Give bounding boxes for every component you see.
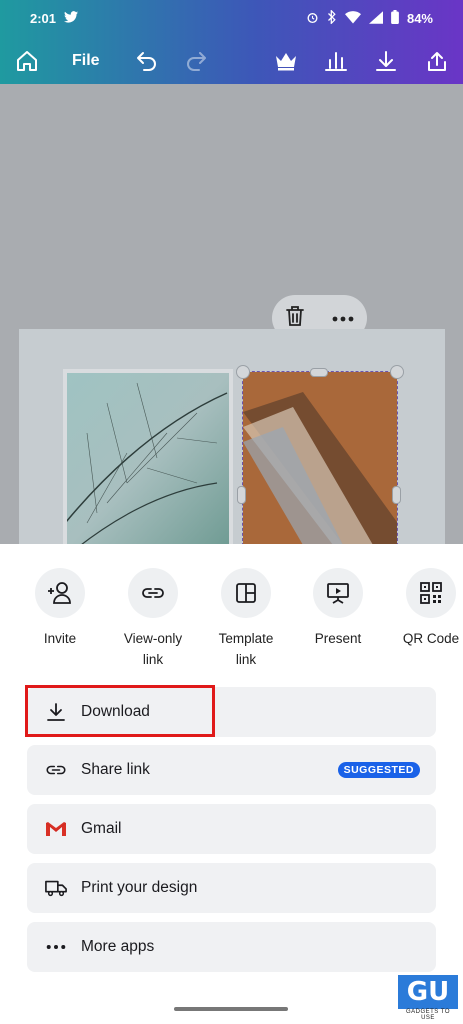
resize-handle[interactable] [310,368,328,377]
qr-code-icon [406,568,456,618]
action-label: Gmail [81,820,122,837]
redo-icon[interactable] [183,46,209,76]
action-label: Print your design [81,879,198,896]
share-icon[interactable] [424,46,450,76]
trash-icon[interactable] [285,305,305,332]
wifi-icon [344,10,361,27]
crown-icon[interactable] [272,46,300,76]
editor-toolbar: File [0,38,463,84]
present-icon [313,568,363,618]
share-option-present[interactable]: Present [293,568,383,649]
share-option-label: Template link [218,631,274,667]
design-page[interactable] [19,329,445,552]
status-bar: 2:01 84% [0,0,463,38]
link-icon [45,759,67,781]
gmail-icon [45,818,67,840]
resize-handle[interactable] [392,486,401,504]
download-highlight-box [25,685,215,737]
share-link-action[interactable]: Share link SUGGESTED [27,745,436,795]
home-indicator[interactable] [174,1007,288,1011]
share-option-view-only-link[interactable]: View-only link [108,568,198,670]
action-label: Share link [81,761,150,778]
share-option-label: Present [314,631,362,646]
invite-icon [35,568,85,618]
more-icon[interactable] [332,309,354,327]
file-menu-button[interactable]: File [72,46,100,76]
battery-icon [391,10,399,27]
share-option-label: Invite [43,631,77,646]
home-icon[interactable] [14,46,40,76]
resize-handle[interactable] [390,365,404,379]
watermark-text: GADGETS TO USE [405,1009,451,1021]
share-option-label: QR Code [402,631,460,646]
twitter-icon [64,10,78,28]
resize-handle[interactable] [237,486,246,504]
share-option-template-link[interactable]: Template link [201,568,291,670]
signal-icon [368,10,383,27]
watermark: GU GADGETS TO USE [398,975,458,1021]
battery-percent: 84% [406,11,433,26]
share-sheet: Invite View-only link Template link Pres… [0,544,463,1024]
truck-icon [45,877,67,899]
bluetooth-icon [327,9,337,27]
design-canvas[interactable] [0,84,463,552]
share-option-qr-code[interactable]: QR Code [386,568,463,649]
more-apps-action[interactable]: More apps [27,922,436,972]
alarm-icon [306,11,319,27]
insights-icon[interactable] [322,46,350,76]
undo-icon[interactable] [134,46,160,76]
suggested-badge: SUGGESTED [337,762,420,778]
share-option-invite[interactable]: Invite [15,568,105,649]
print-action[interactable]: Print your design [27,863,436,913]
selected-image[interactable] [242,371,398,546]
watermark-logo: GU [398,975,458,1009]
action-label: More apps [81,938,155,955]
leaf-image[interactable] [63,369,233,552]
link-icon [128,568,178,618]
more-icon [45,936,67,958]
resize-handle[interactable] [236,365,250,379]
share-options-row: Invite View-only link Template link Pres… [0,568,463,668]
download-icon[interactable] [373,46,399,76]
template-icon [221,568,271,618]
gmail-action[interactable]: Gmail [27,804,436,854]
share-option-label: View-only link [123,631,183,667]
status-time: 2:01 [30,11,57,26]
